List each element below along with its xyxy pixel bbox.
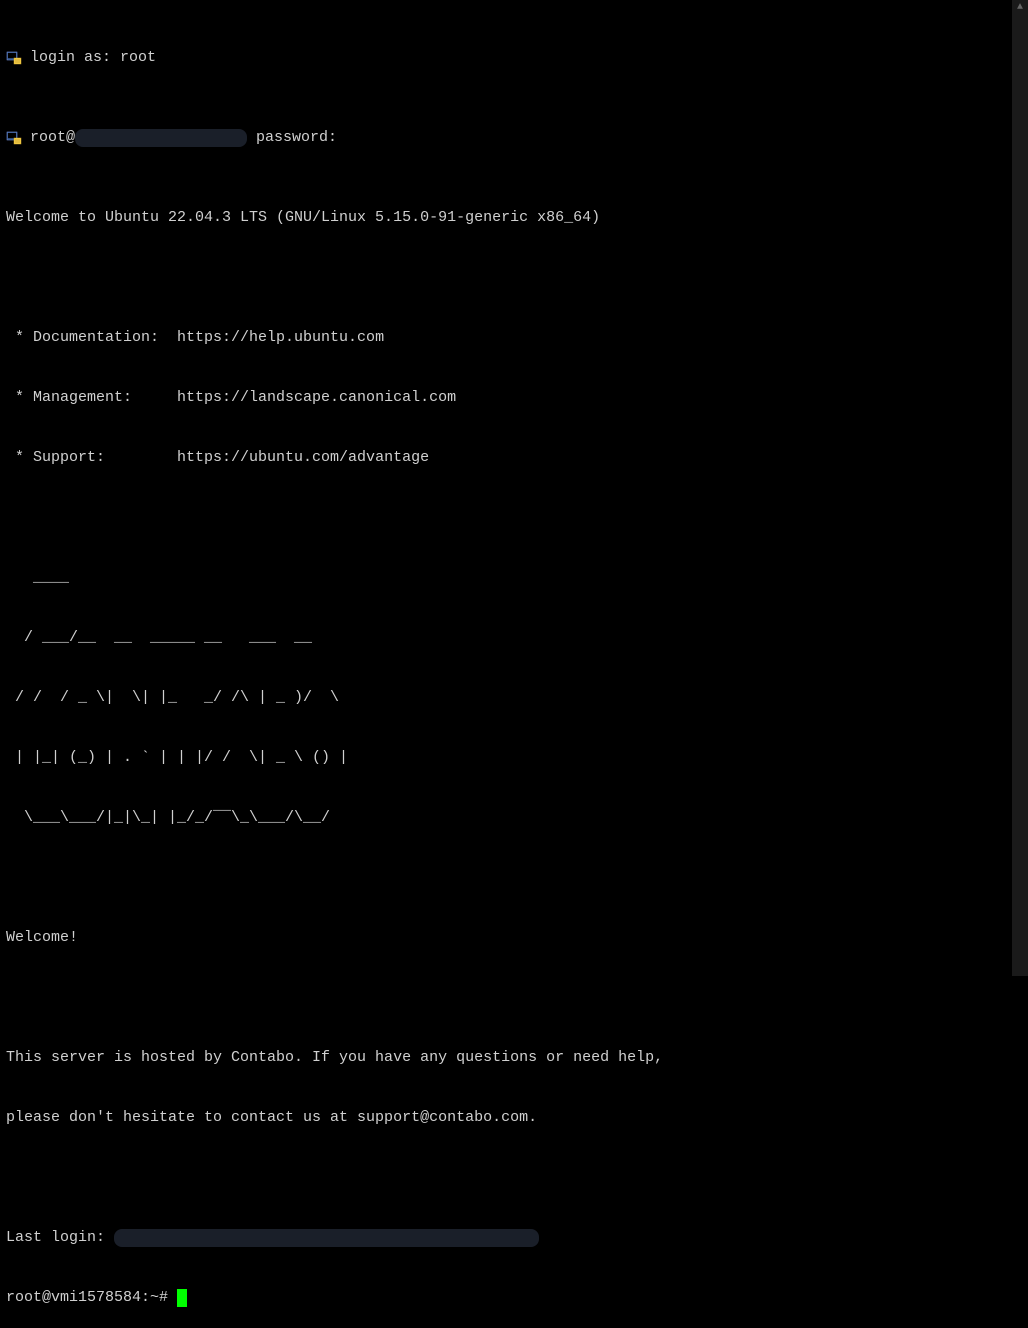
ascii-art-line: / ___/__ __ _____ __ ___ __ bbox=[6, 628, 1006, 648]
password-prefix: root@ bbox=[30, 128, 75, 148]
scrollbar[interactable]: ▲ bbox=[1012, 0, 1028, 976]
terminal-area[interactable]: login as: root root@ password: Welcome t… bbox=[0, 0, 1012, 976]
motd-host-msg: please don't hesitate to contact us at s… bbox=[6, 1108, 1006, 1128]
doc-url: https://help.ubuntu.com bbox=[177, 328, 384, 348]
motd-doc: * Documentation: https://help.ubuntu.com bbox=[6, 328, 1006, 348]
motd-welcome: Welcome to Ubuntu 22.04.3 LTS (GNU/Linux… bbox=[6, 208, 1006, 228]
ascii-art-line: \___\___/|_|\_| |_/_/‾‾\_\___/\__/ bbox=[6, 808, 1006, 828]
ascii-art-line: ____ bbox=[6, 568, 1006, 588]
last-login-line: Last login: bbox=[6, 1228, 1006, 1248]
redacted-hostname bbox=[75, 129, 247, 147]
motd-mgmt: * Management: https://landscape.canonica… bbox=[6, 388, 1006, 408]
shell-prompt: root@vmi1578584:~# bbox=[6, 1288, 177, 1308]
blank-line bbox=[6, 508, 1006, 528]
cursor-block bbox=[177, 1289, 187, 1307]
password-line: root@ password: bbox=[6, 128, 1006, 148]
support-url: https://ubuntu.com/advantage bbox=[177, 448, 429, 468]
last-login-label: Last login: bbox=[6, 1228, 114, 1248]
login-prompt: login as: bbox=[30, 48, 120, 68]
motd-host-msg: This server is hosted by Contabo. If you… bbox=[6, 1048, 1006, 1068]
shell-prompt-line[interactable]: root@vmi1578584:~# bbox=[6, 1288, 1006, 1308]
blank-line bbox=[6, 868, 1006, 888]
doc-label: * Documentation: bbox=[6, 328, 177, 348]
login-username: root bbox=[120, 48, 156, 68]
mgmt-label: * Management: bbox=[6, 388, 177, 408]
putty-icon bbox=[6, 130, 22, 146]
blank-line bbox=[6, 1168, 1006, 1188]
motd-support: * Support: https://ubuntu.com/advantage bbox=[6, 448, 1006, 468]
login-line: login as: root bbox=[6, 48, 1006, 68]
putty-icon bbox=[6, 50, 22, 66]
ascii-art-line: | |_| (_) | . ` | | |/ / \| _ \ () | bbox=[6, 748, 1006, 768]
motd-welcome-short: Welcome! bbox=[6, 928, 1006, 948]
ascii-art-line: / / / _ \| \| |_ _/ /\ | _ )/ \ bbox=[6, 688, 1006, 708]
scroll-up-icon[interactable]: ▲ bbox=[1012, 0, 1028, 16]
password-suffix: password: bbox=[247, 128, 337, 148]
support-label: * Support: bbox=[6, 448, 177, 468]
mgmt-url: https://landscape.canonical.com bbox=[177, 388, 456, 408]
blank-line bbox=[6, 988, 1006, 1008]
blank-line bbox=[6, 268, 1006, 288]
redacted-last-login bbox=[114, 1229, 539, 1247]
